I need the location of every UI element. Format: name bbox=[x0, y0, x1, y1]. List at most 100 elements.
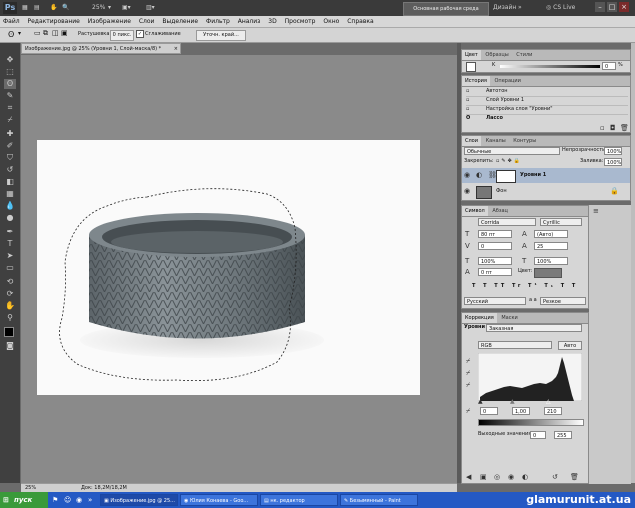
tool-preset-chevron-icon[interactable]: ▾ bbox=[18, 30, 21, 37]
tab-adjustments[interactable]: Коррекция bbox=[462, 313, 497, 323]
expand-view-icon[interactable]: ▣ bbox=[480, 473, 487, 481]
preset-select[interactable]: Заказная bbox=[486, 324, 582, 332]
input-low-field[interactable]: 0 bbox=[480, 407, 498, 415]
bridge-icon[interactable]: ▦ bbox=[22, 2, 28, 14]
lock-icons[interactable]: ▫✎✥🔒 bbox=[496, 157, 522, 166]
zoom-tool-icon[interactable]: 🔍 bbox=[62, 2, 69, 14]
clip-to-layer-icon[interactable]: ◎ bbox=[494, 473, 500, 481]
view-previous-icon[interactable]: ◐ bbox=[522, 473, 528, 481]
tracking-input[interactable]: 25 bbox=[534, 242, 568, 250]
font-family-select[interactable]: Corrida bbox=[478, 218, 536, 226]
maximize-icon[interactable]: □ bbox=[607, 2, 617, 12]
gradient-tool-icon[interactable]: ▦ bbox=[4, 189, 16, 199]
intersect-selection-icon[interactable]: ▣ bbox=[61, 29, 68, 37]
tab-character[interactable]: Символ bbox=[462, 206, 488, 216]
font-size-input[interactable]: 80 пт bbox=[478, 230, 512, 238]
auto-button[interactable]: Авто bbox=[558, 341, 582, 350]
history-item[interactable]: ʘ Лассо bbox=[466, 114, 628, 123]
gamma-slider-icon[interactable]: ▲ bbox=[510, 398, 515, 406]
design-workspace-link[interactable]: Дизайн bbox=[493, 2, 516, 14]
antialias-checkbox[interactable]: ✓ bbox=[136, 30, 144, 38]
white-point-slider-icon[interactable]: △ bbox=[546, 398, 551, 406]
tab-masks[interactable]: Маски bbox=[498, 313, 520, 323]
snapshot-icon[interactable]: ◘ bbox=[610, 124, 616, 132]
history-brush-tool-icon[interactable]: ↺ bbox=[4, 165, 16, 175]
task-editor[interactable]: ▤ нк. редактор bbox=[260, 494, 338, 506]
trash-icon[interactable]: 🗑 bbox=[570, 473, 579, 481]
new-selection-icon[interactable]: ▭ bbox=[34, 29, 41, 37]
type-tool-icon[interactable]: T bbox=[4, 239, 16, 249]
text-style-buttons[interactable]: T T TT Tr T¹ T₁ T T bbox=[472, 282, 578, 291]
blur-tool-icon[interactable]: 💧 bbox=[4, 201, 16, 211]
workspace-button[interactable]: Основная рабочая среда bbox=[403, 2, 489, 16]
eye-icon[interactable]: ◉ bbox=[464, 171, 470, 179]
kerning-input[interactable]: 0 bbox=[478, 242, 512, 250]
channel-select[interactable]: RGB bbox=[478, 341, 552, 349]
zoom-level[interactable]: 25% bbox=[92, 2, 105, 14]
tab-channels[interactable]: Каналы bbox=[483, 136, 509, 146]
quicklaunch-icon[interactable]: » bbox=[88, 496, 92, 504]
layer-row-background[interactable]: ◉ Фон 🔒 bbox=[462, 184, 630, 199]
layer-mask-thumbnail[interactable] bbox=[496, 170, 516, 183]
document-tab[interactable]: Изображение.jpg @ 25% (Уровни 1, Слой-ма… bbox=[21, 43, 181, 54]
eyedropper-tool-icon[interactable]: ⌿ bbox=[4, 115, 16, 125]
minimize-icon[interactable]: – bbox=[595, 2, 605, 12]
subtract-selection-icon[interactable]: ◫ bbox=[52, 29, 59, 37]
gray-eyedropper-icon[interactable]: ⌿ bbox=[466, 369, 470, 377]
white-eyedropper-icon[interactable]: ⌿ bbox=[466, 381, 470, 389]
view-extras-icon[interactable]: ▣▾ bbox=[122, 2, 131, 14]
return-to-list-icon[interactable]: ◀ bbox=[466, 473, 471, 481]
hand-tool-icon[interactable]: ✋ bbox=[50, 2, 57, 14]
task-paint[interactable]: ✎ Безымянный - Paint bbox=[340, 494, 418, 506]
lasso-tool-icon[interactable]: ʘ bbox=[8, 30, 14, 39]
text-color-swatch[interactable] bbox=[534, 268, 562, 278]
quicklaunch-icon[interactable]: ◉ bbox=[76, 496, 82, 504]
blend-mode-select[interactable]: Обычные bbox=[464, 147, 560, 155]
horizontal-scale-input[interactable]: 100% bbox=[534, 257, 568, 265]
black-eyedropper-icon[interactable]: ⌿ bbox=[466, 357, 470, 365]
dodge-tool-icon[interactable]: ● bbox=[4, 213, 16, 223]
leading-input[interactable]: (Авто) bbox=[534, 230, 568, 238]
crop-tool-icon[interactable]: ⌗ bbox=[4, 103, 16, 113]
menu-help[interactable]: Справка bbox=[344, 16, 376, 27]
quick-select-tool-icon[interactable]: ✎ bbox=[4, 91, 16, 101]
move-tool-icon[interactable]: ✥ bbox=[4, 55, 16, 65]
baseline-input[interactable]: 0 пт bbox=[478, 268, 512, 276]
visibility-icon[interactable]: ◉ bbox=[508, 473, 514, 481]
path-select-tool-icon[interactable]: ➤ bbox=[4, 251, 16, 261]
quicklaunch-icon[interactable]: ⚑ bbox=[52, 496, 58, 504]
menu-image[interactable]: Изображение bbox=[85, 16, 134, 27]
k-slider[interactable] bbox=[500, 65, 600, 68]
input-high-field[interactable]: 210 bbox=[544, 407, 562, 415]
menu-3d[interactable]: 3D bbox=[265, 16, 279, 27]
menu-view[interactable]: Просмотр bbox=[282, 16, 319, 27]
vertical-scale-input[interactable]: 100% bbox=[478, 257, 512, 265]
3d-camera-tool-icon[interactable]: ⟳ bbox=[4, 289, 16, 299]
brush-tool-icon[interactable]: ✐ bbox=[4, 141, 16, 151]
start-button[interactable]: ⊞ пуск bbox=[0, 492, 48, 508]
refine-edge-button[interactable]: Уточн. край... bbox=[196, 30, 246, 41]
zoom-tool-icon[interactable]: ⚲ bbox=[4, 313, 16, 323]
marquee-tool-icon[interactable]: ⬚ bbox=[4, 67, 16, 77]
fill-input[interactable]: 100% bbox=[604, 158, 622, 166]
trash-icon[interactable]: 🗑 bbox=[620, 124, 629, 132]
opacity-input[interactable]: 100% bbox=[604, 147, 622, 155]
menu-analysis[interactable]: Анализ bbox=[235, 16, 264, 27]
hand-tool-icon[interactable]: ✋ bbox=[4, 301, 16, 311]
color-swatch[interactable] bbox=[466, 62, 476, 72]
tab-layers[interactable]: Слои bbox=[462, 136, 481, 146]
task-chrome[interactable]: ◉ Юлия Конаева - Goo... bbox=[180, 494, 258, 506]
tab-actions[interactable]: Операции bbox=[492, 76, 524, 86]
task-photoshop[interactable]: ▣ Изображение.jpg @ 25... bbox=[100, 494, 178, 506]
menu-select[interactable]: Выделение bbox=[159, 16, 201, 27]
chevron-down-icon[interactable]: ▾ bbox=[108, 2, 111, 14]
lasso-tool-icon[interactable]: ʘ bbox=[4, 79, 16, 89]
panel-scroll-strip[interactable] bbox=[631, 43, 635, 483]
menu-window[interactable]: Окно bbox=[320, 16, 342, 27]
output-high-field[interactable]: 255 bbox=[554, 431, 572, 439]
tab-paragraph[interactable]: Абзац bbox=[489, 206, 511, 216]
cs-live-button[interactable]: ◎ CS Live bbox=[546, 2, 575, 14]
tab-color[interactable]: Цвет bbox=[462, 50, 481, 60]
minibridge-icon[interactable]: ▤ bbox=[34, 2, 40, 14]
antialias-select[interactable]: Резкое bbox=[540, 297, 586, 305]
